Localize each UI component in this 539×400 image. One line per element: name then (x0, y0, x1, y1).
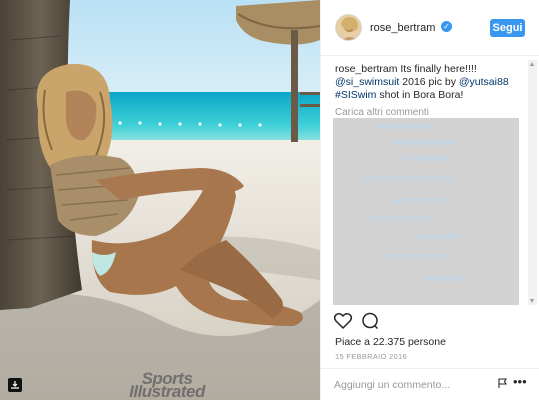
caption-text-end: shot in Bora Bora! (376, 89, 464, 101)
post-date[interactable]: 15 FEBBRAIO 2016 (335, 352, 407, 361)
post-caption: rose_bertram Its finally here!!!! @si_sw… (335, 63, 531, 102)
add-comment-bar: ••• (321, 368, 539, 400)
post-side-panel: rose_bertram ✓ Segui rose_bertram Its fi… (320, 0, 539, 400)
load-more-comments-link[interactable]: Carica altri commenti (335, 107, 429, 118)
comments-scrollbar[interactable] (528, 60, 537, 305)
mention-yutsai88[interactable]: @yutsai88 (459, 76, 509, 88)
comment-icon[interactable] (360, 311, 380, 331)
caption-text-mid: 2016 pic by (399, 76, 459, 88)
caption-text: Its finally here!!!! (397, 63, 477, 75)
scroll-up-arrow[interactable] (530, 62, 534, 66)
follow-button[interactable]: Segui (490, 19, 525, 37)
beach-photo (0, 0, 320, 400)
watermark-line2: Illustrated (129, 382, 205, 400)
post-photo[interactable]: Sports Illustrated (0, 0, 320, 400)
instagram-icon[interactable] (8, 378, 22, 392)
heart-icon[interactable] (333, 311, 353, 331)
post-actions (333, 311, 393, 331)
hashtag-siswim[interactable]: #SISwim (335, 89, 376, 101)
sports-illustrated-watermark: Sports Illustrated (112, 370, 222, 400)
comment-input[interactable] (334, 378, 484, 392)
mention-si-swimsuit[interactable]: @si_swimsuit (335, 76, 399, 88)
verified-icon: ✓ (441, 21, 452, 32)
likes-count[interactable]: Piace a 22.375 persone (335, 336, 446, 348)
post-header: rose_bertram ✓ Segui (321, 0, 539, 56)
caption-username[interactable]: rose_bertram (335, 63, 397, 75)
flag-icon[interactable] (497, 377, 509, 389)
comments-list-redacted (333, 118, 519, 305)
scroll-down-arrow[interactable] (530, 299, 534, 303)
avatar[interactable] (335, 14, 362, 41)
username[interactable]: rose_bertram (370, 22, 435, 34)
more-options-icon[interactable]: ••• (513, 375, 527, 389)
